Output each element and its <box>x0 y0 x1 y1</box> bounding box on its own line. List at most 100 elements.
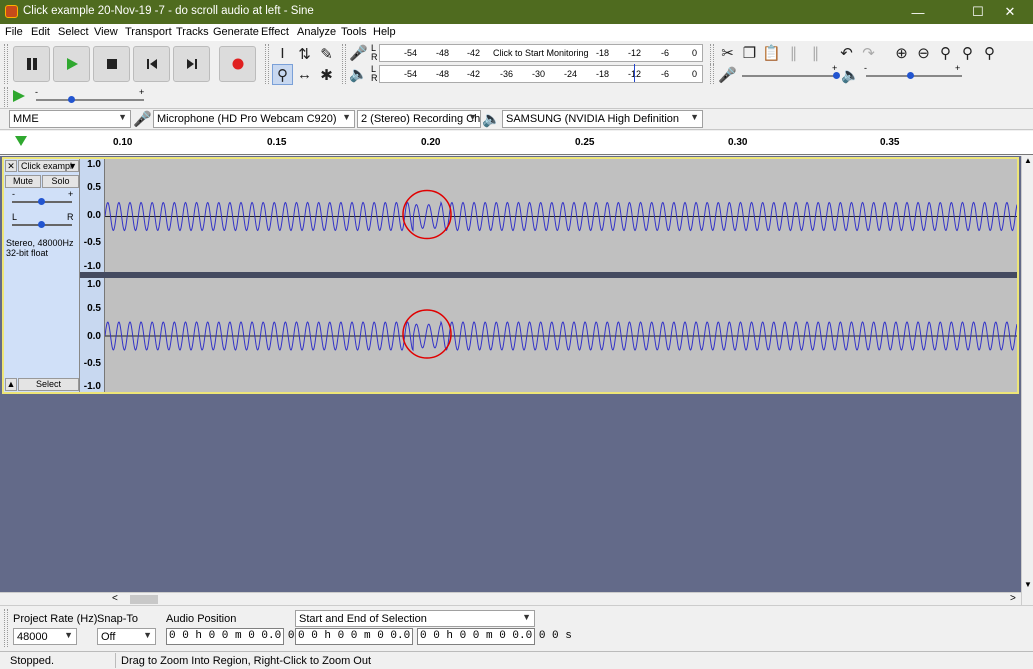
scroll-right-icon[interactable]: > <box>1010 593 1016 604</box>
menu-transport[interactable]: Transport <box>125 26 172 38</box>
gain-thumb[interactable] <box>38 198 45 205</box>
play-speed-slider[interactable] <box>36 99 144 101</box>
ruler-tick: 0.20 <box>421 137 441 148</box>
fit-project-icon[interactable]: ⚲ <box>957 42 978 63</box>
silence-icon[interactable]: ∥ <box>805 42 826 63</box>
menu-help[interactable]: Help <box>373 26 396 38</box>
skip-start-icon <box>146 59 157 69</box>
selection-mode-select[interactable]: Start and End of Selection ▼ <box>295 610 535 627</box>
scroll-down-icon[interactable]: ▼ <box>1024 580 1032 589</box>
toolbar-grip[interactable] <box>265 44 269 84</box>
toolbar-grip[interactable] <box>4 87 8 107</box>
timeline-ruler[interactable] <box>0 131 1033 155</box>
minimize-button[interactable]: — <box>895 0 941 24</box>
ruler-tick: 0.30 <box>728 137 748 148</box>
toolbar-grip[interactable] <box>342 44 346 84</box>
ruler-tick: 0.35 <box>880 137 900 148</box>
slider-minus-label: - <box>864 63 867 73</box>
menu-analyze[interactable]: Analyze <box>297 26 336 38</box>
pause-button[interactable] <box>13 46 50 82</box>
audio-position-control[interactable]: 0 0 h 0 0 m 0 0.0 0 0 s <box>166 628 321 645</box>
playback-volume-thumb[interactable] <box>907 72 914 79</box>
title-bar: Click example 20-Nov-19 -7 - do scroll a… <box>0 0 1033 24</box>
record-button[interactable] <box>219 46 256 82</box>
menu-edit[interactable]: Edit <box>31 26 50 38</box>
multi-tool-icon[interactable]: ✱ <box>316 64 337 85</box>
menu-view[interactable]: View <box>94 26 118 38</box>
toolbar-grip[interactable] <box>4 44 8 84</box>
redo-icon[interactable]: ↷ <box>858 42 879 63</box>
window-title: Click example 20-Nov-19 -7 - do scroll a… <box>23 5 314 17</box>
menu-tracks[interactable]: Tracks <box>176 26 209 38</box>
waveform-right-channel[interactable] <box>104 278 1018 392</box>
pan-thumb[interactable] <box>38 221 45 228</box>
playback-volume-slider[interactable] <box>866 75 962 77</box>
zoom-tool-icon[interactable]: ⚲ <box>272 64 293 85</box>
menu-select[interactable]: Select <box>58 26 89 38</box>
close-button[interactable]: ✕ <box>987 0 1033 24</box>
selection-end-control[interactable]: 0 0 h 0 0 m 0 0.0 0 0 s <box>417 628 572 645</box>
toolbar-grip[interactable] <box>4 609 8 647</box>
copy-icon[interactable]: ❐ <box>739 42 760 63</box>
zoom-out-icon[interactable]: ⊖ <box>913 42 934 63</box>
track-name-menu[interactable]: Click exampl ▼ <box>18 160 79 172</box>
scroll-left-icon[interactable]: < <box>112 593 118 604</box>
toolbar-grip[interactable] <box>710 64 714 84</box>
microphone-icon[interactable]: 🎤 <box>348 42 369 63</box>
project-rate-select[interactable]: 48000 ▼ <box>13 628 77 645</box>
recording-channels-select[interactable]: 2 (Stereo) Recording Chai ▼ <box>357 110 481 128</box>
fit-selection-icon[interactable]: ⚲ <box>935 42 956 63</box>
horizontal-scrollbar[interactable]: < > <box>0 592 1021 605</box>
menu-generate[interactable]: Generate <box>213 26 259 38</box>
play-at-speed-icon <box>13 90 25 102</box>
horizontal-scroll-thumb[interactable] <box>130 595 158 604</box>
play-button[interactable] <box>53 46 90 82</box>
meter-tick: -18 <box>596 48 610 58</box>
snap-to-select[interactable]: Off ▼ <box>97 628 156 645</box>
menu-file[interactable]: File <box>5 26 23 38</box>
close-track-button[interactable]: ✕ <box>5 160 17 172</box>
skip-to-start-button[interactable] <box>133 46 170 82</box>
time-shift-tool-icon[interactable]: ↔ <box>294 64 315 85</box>
speaker-icon[interactable]: 🔈 <box>348 63 369 84</box>
audio-position-label: Audio Position <box>166 613 237 625</box>
scroll-up-icon[interactable]: ▲ <box>1024 156 1032 165</box>
recording-volume-slider[interactable] <box>742 75 838 77</box>
menu-effect[interactable]: Effect <box>261 26 289 38</box>
pan-left-label: L <box>12 212 18 222</box>
recording-device-select[interactable]: Microphone (HD Pro Webcam C920) ▼ <box>153 110 355 128</box>
trim-icon[interactable]: ∥ <box>783 42 804 63</box>
envelope-tool-icon[interactable]: ⇅ <box>294 43 315 64</box>
start-monitoring-label[interactable]: Click to Start Monitoring <box>493 48 589 58</box>
zoom-in-icon[interactable]: ⊕ <box>891 42 912 63</box>
vertical-scrollbar[interactable]: ▲ ▼ <box>1021 156 1033 605</box>
audio-host-select[interactable]: MME ▼ <box>9 110 131 128</box>
draw-tool-icon[interactable]: ✎ <box>316 43 337 64</box>
mute-button[interactable]: Mute <box>5 175 41 188</box>
paste-icon[interactable]: 📋 <box>761 42 782 63</box>
scale-label: -1.0 <box>83 261 101 272</box>
play-speed-thumb[interactable] <box>68 96 75 103</box>
speed-min-label: - <box>35 87 38 97</box>
zoom-toggle-icon[interactable]: ⚲ <box>979 42 1000 63</box>
selection-tool-icon[interactable]: I <box>272 43 293 64</box>
select-track-button[interactable]: Select <box>18 378 79 391</box>
undo-icon[interactable]: ↶ <box>836 42 857 63</box>
play-at-speed-button[interactable] <box>12 89 26 106</box>
menu-tools[interactable]: Tools <box>341 26 367 38</box>
recording-volume-thumb[interactable] <box>833 72 840 79</box>
chevron-down-icon: ▼ <box>690 112 699 122</box>
meter-tick: -24 <box>564 69 578 79</box>
collapse-track-button[interactable]: ▲ <box>5 378 17 391</box>
stop-button[interactable] <box>93 46 130 82</box>
skip-to-end-button[interactable] <box>173 46 210 82</box>
scale-label: 1.0 <box>87 159 101 170</box>
solo-button[interactable]: Solo <box>42 175 79 188</box>
timeline-play-head[interactable] <box>14 135 28 150</box>
selection-start-control[interactable]: 0 0 h 0 0 m 0 0.0 0 0 s <box>295 628 450 645</box>
playback-device-select[interactable]: SAMSUNG (NVIDIA High Definition ▼ <box>502 110 703 128</box>
skip-end-icon <box>186 59 197 69</box>
scale-label: -1.0 <box>83 381 101 392</box>
waveform-left-channel[interactable] <box>104 159 1018 272</box>
cut-icon[interactable]: ✂ <box>717 42 738 63</box>
